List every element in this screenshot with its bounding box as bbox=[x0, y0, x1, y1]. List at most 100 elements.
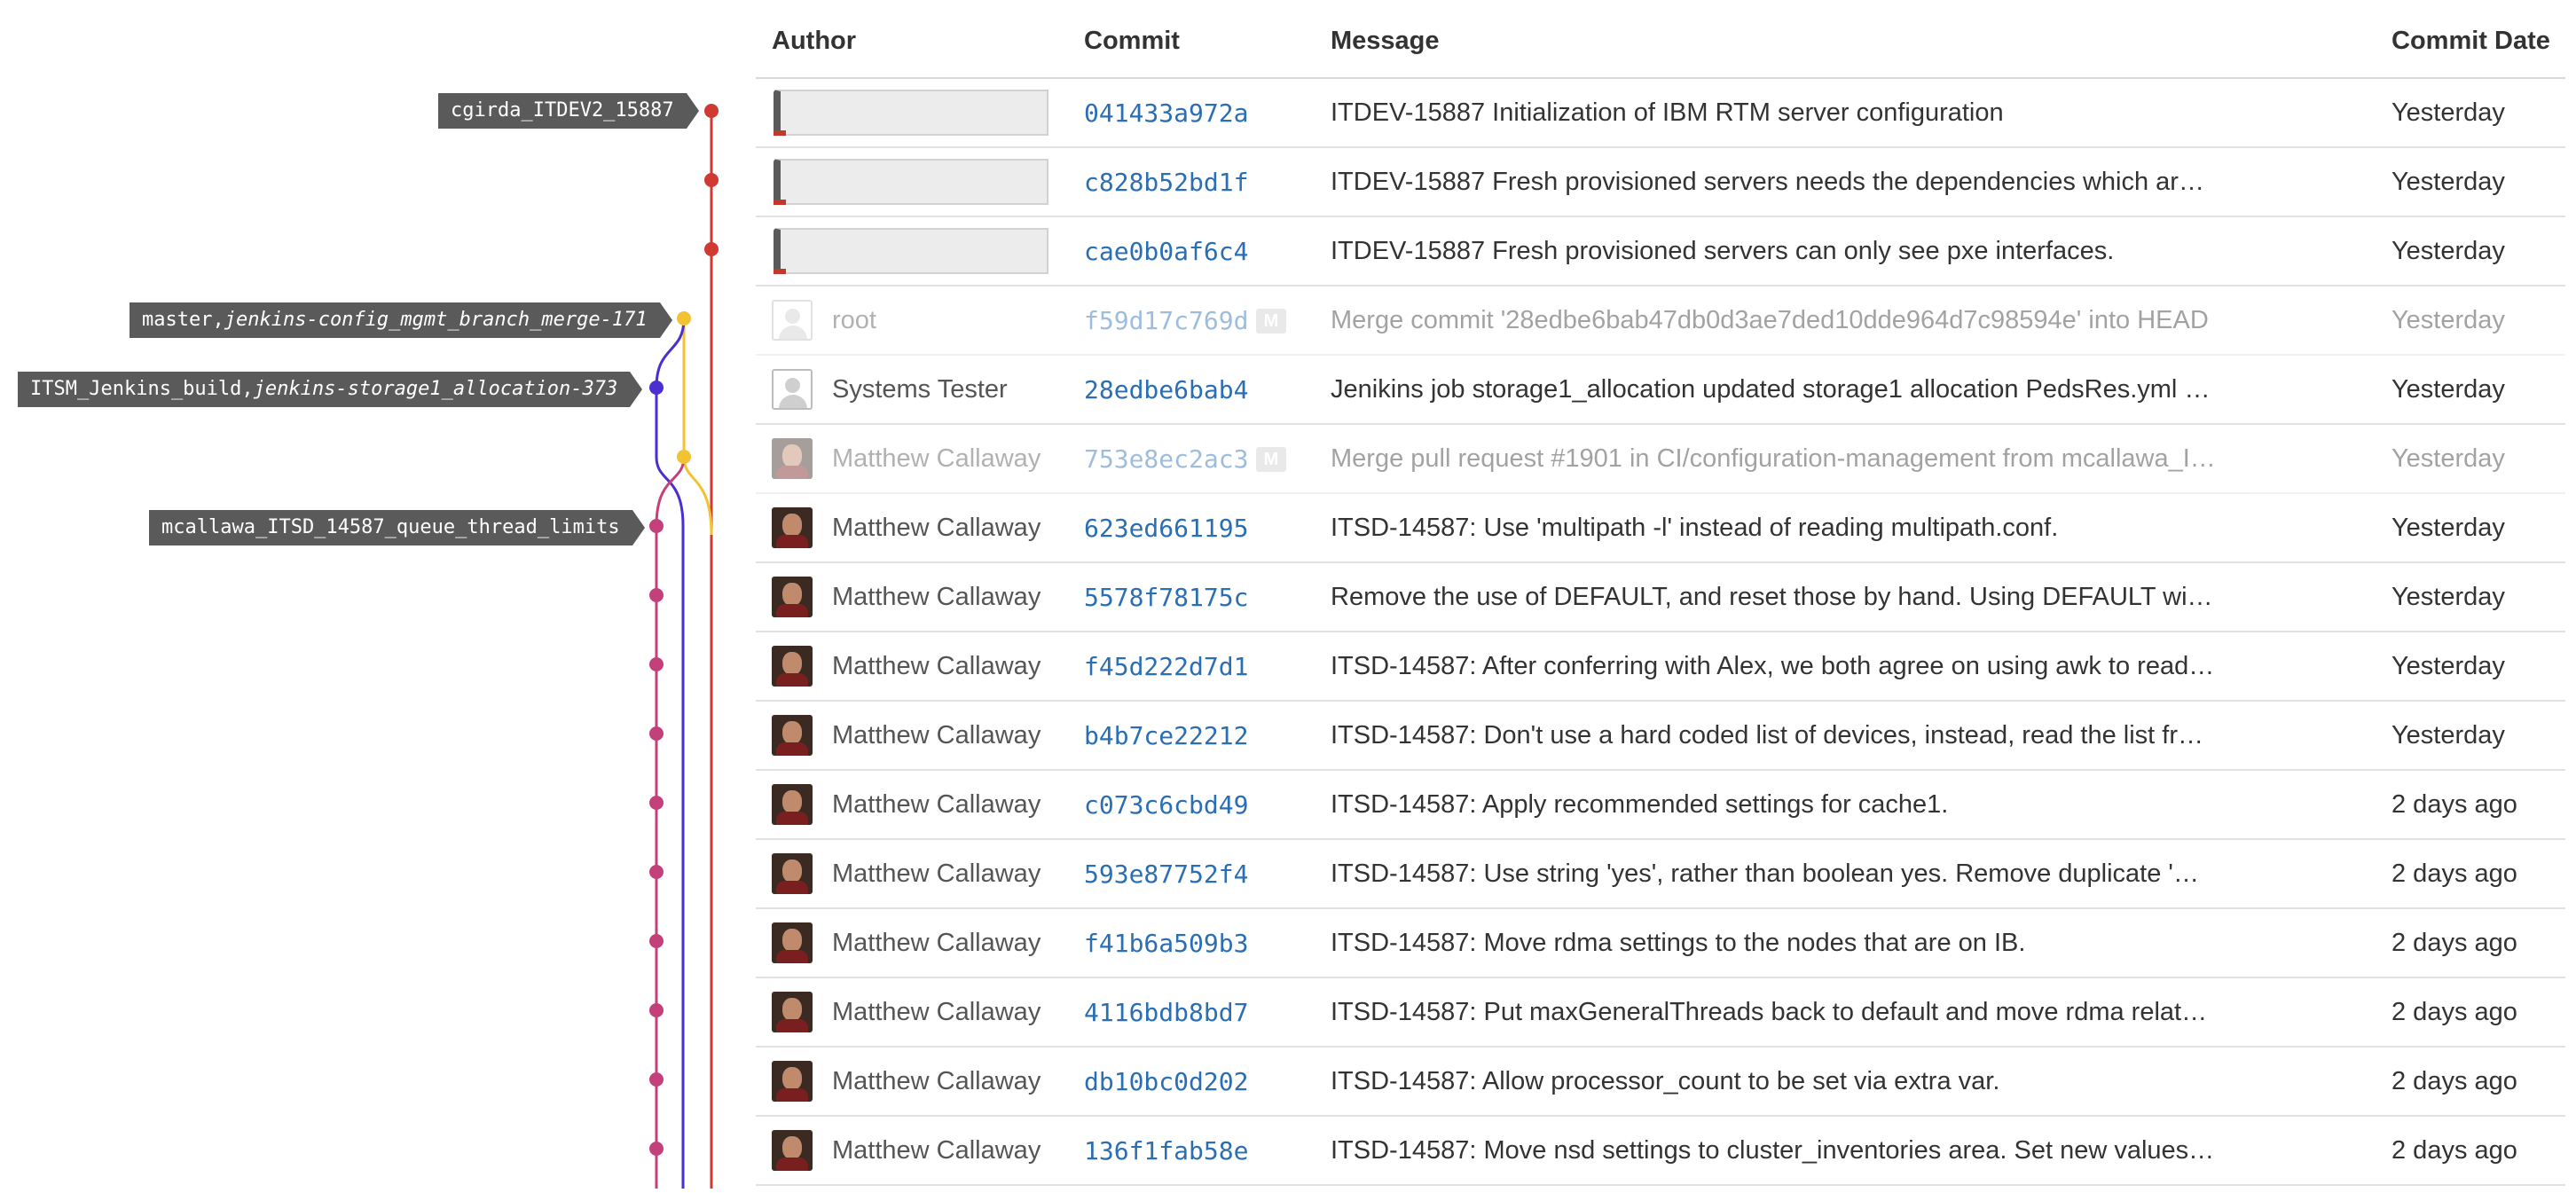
commit-hash-link[interactable]: 136f1fab58e bbox=[1084, 1136, 1248, 1166]
commit-hash-link[interactable]: f45d222d7d1 bbox=[1084, 652, 1248, 681]
table-row[interactable]: Matthew Callaway b4b7ce22212 ITSD-14587: D… bbox=[756, 702, 2565, 771]
commit-graph-lines bbox=[649, 104, 719, 1189]
commit-message: ITDEV-15887 Fresh provisioned servers ca… bbox=[1331, 237, 2115, 265]
table-row[interactable]: Matthew Callaway 593e87752f4 ITSD-14587: U… bbox=[756, 840, 2565, 909]
table-row[interactable]: c828b52bd1f ITDEV-15887 Fresh provisioned… bbox=[756, 148, 2565, 217]
commit-message: ITSD-14587: Use 'multipath -l' instead o… bbox=[1331, 514, 2059, 542]
commit-dot-pink bbox=[649, 588, 664, 602]
branch-name: ITSM_Jenkins_build bbox=[30, 378, 242, 400]
table-row[interactable]: Systems Tester 28edbe6bab4 Jenikins job st… bbox=[756, 356, 2565, 425]
commit-date: 2 days ago bbox=[2391, 1136, 2517, 1165]
commit-hash-link[interactable]: c073c6cbd49 bbox=[1084, 790, 1248, 820]
avatar bbox=[772, 646, 813, 687]
commit-hash-link[interactable]: 753e8ec2ac3 bbox=[1084, 444, 1248, 474]
author-name: Matthew Callaway bbox=[832, 514, 1041, 542]
commit-graph bbox=[0, 0, 754, 1189]
commit-date: Yesterday bbox=[2391, 583, 2505, 611]
commit-date: 2 days ago bbox=[2391, 929, 2517, 957]
commit-date: Yesterday bbox=[2391, 652, 2505, 680]
table-row[interactable]: cae0b0af6c4 ITDEV-15887 Fresh provisioned… bbox=[756, 217, 2565, 286]
commit-date: Yesterday bbox=[2391, 444, 2505, 473]
graph-line-blue bbox=[655, 388, 685, 1189]
commit-dot-pink bbox=[649, 796, 664, 810]
commit-hash-link[interactable]: 28edbe6bab4 bbox=[1084, 375, 1248, 404]
author-name: Matthew Callaway bbox=[832, 652, 1041, 680]
commit-hash-link[interactable]: 041433a972a bbox=[1084, 98, 1248, 128]
commit-dot-pink bbox=[649, 865, 664, 879]
commit-message: ITDEV-15887 Initialization of IBM RTM se… bbox=[1331, 98, 2004, 127]
author-name: Matthew Callaway bbox=[832, 790, 1041, 819]
redacted-author bbox=[774, 90, 1048, 136]
commit-column-header[interactable]: Commit bbox=[1084, 27, 1180, 56]
author-name: Matthew Callaway bbox=[832, 998, 1041, 1026]
commit-hash-link[interactable]: 623ed661195 bbox=[1084, 514, 1248, 543]
commit-message: ITSD-14587: Put maxGeneralThreads back t… bbox=[1331, 998, 2218, 1026]
commit-dot-red bbox=[704, 173, 719, 187]
message-column-header[interactable]: Message bbox=[1331, 27, 1440, 56]
avatar bbox=[772, 300, 813, 341]
commit-message: Merge pull request #1901 in CI/configura… bbox=[1331, 444, 2218, 473]
commit-dot-yellow bbox=[677, 311, 691, 326]
branch-name: cgirda_ITDEV2_15887 bbox=[451, 99, 674, 122]
commit-hash-link[interactable]: f59d17c769d bbox=[1084, 306, 1248, 335]
date-column-header[interactable]: Commit Date bbox=[2391, 27, 2550, 56]
branch-label-itsm-jenkins-build[interactable]: ITSM_Jenkins_build,jenkins-storage1_allo… bbox=[18, 372, 643, 407]
branch-label-mcallawa[interactable]: mcallawa_ITSD_14587_queue_thread_limits bbox=[149, 510, 645, 545]
table-row[interactable]: Matthew Callaway 5578f78175c Remove the us… bbox=[756, 563, 2565, 632]
table-row[interactable]: 041433a972a ITDEV-15887 Initialization of… bbox=[756, 79, 2565, 148]
commit-date: 2 days ago bbox=[2391, 790, 2517, 819]
commit-hash-link[interactable]: b4b7ce22212 bbox=[1084, 721, 1248, 750]
author-name: Matthew Callaway bbox=[832, 929, 1041, 957]
author-name: Systems Tester bbox=[832, 375, 1008, 404]
commit-hash-link[interactable]: cae0b0af6c4 bbox=[1084, 237, 1248, 266]
commit-date: 2 days ago bbox=[2391, 859, 2517, 888]
commit-rows: 041433a972a ITDEV-15887 Initialization of… bbox=[756, 79, 2565, 1186]
commit-date: 2 days ago bbox=[2391, 998, 2517, 1026]
avatar bbox=[772, 715, 813, 756]
commit-dot-yellow bbox=[677, 450, 691, 464]
commit-message: ITSD-14587: Allow processor_count to be … bbox=[1331, 1067, 2000, 1095]
commit-message: Remove the use of DEFAULT, and reset tho… bbox=[1331, 583, 2218, 611]
commit-date: Yesterday bbox=[2391, 237, 2505, 265]
commit-message: ITSD-14587: After conferring with Alex, … bbox=[1331, 652, 2218, 680]
commit-message: ITSD-14587: Move nsd settings to cluster… bbox=[1331, 1136, 2218, 1165]
commit-hash-link[interactable]: db10bc0d202 bbox=[1084, 1067, 1248, 1096]
avatar bbox=[772, 784, 813, 825]
author-name: Matthew Callaway bbox=[832, 1067, 1041, 1095]
branch-label-master[interactable]: master,jenkins-config_mgmt_branch_merge-… bbox=[130, 302, 672, 338]
branch-label-cgirda[interactable]: cgirda_ITDEV2_15887 bbox=[438, 93, 699, 129]
commit-message: ITDEV-15887 Fresh provisioned servers ne… bbox=[1331, 168, 2218, 196]
commit-date: Yesterday bbox=[2391, 306, 2505, 334]
table-header: Author Commit Message Commit Date bbox=[756, 0, 2565, 79]
author-name: Matthew Callaway bbox=[832, 444, 1041, 473]
table-row[interactable]: Matthew Callaway f45d222d7d1 ITSD-14587: A… bbox=[756, 632, 2565, 702]
commit-hash-link[interactable]: 593e87752f4 bbox=[1084, 859, 1248, 889]
table-row[interactable]: Matthew Callaway 136f1fab58e ITSD-14587: M… bbox=[756, 1117, 2565, 1186]
commit-hash-link[interactable]: 4116bdb8bd7 bbox=[1084, 998, 1248, 1027]
branch-tag: jenkins-config_mgmt_branch_merge-171 bbox=[224, 309, 648, 331]
commit-date: 2 days ago bbox=[2391, 1067, 2517, 1095]
table-row[interactable]: root f59d17c769d M Merge commit '28edbe6bab… bbox=[756, 286, 2565, 356]
branch-name: master bbox=[142, 309, 213, 331]
commit-dot-pink bbox=[649, 1072, 664, 1087]
table-row[interactable]: Matthew Callaway 623ed661195 ITSD-14587: U… bbox=[756, 494, 2565, 563]
commit-dot-pink bbox=[649, 934, 664, 948]
author-name: root bbox=[832, 306, 876, 334]
commit-date: Yesterday bbox=[2391, 514, 2505, 542]
redacted-author bbox=[774, 159, 1048, 205]
table-row[interactable]: Matthew Callaway 4116bdb8bd7 ITSD-14587: P… bbox=[756, 978, 2565, 1048]
commit-message: Merge commit '28edbe6bab47db0d3ae7ded10d… bbox=[1331, 306, 2209, 334]
author-name: Matthew Callaway bbox=[832, 721, 1041, 750]
table-row[interactable]: Matthew Callaway db10bc0d202 ITSD-14587: A… bbox=[756, 1048, 2565, 1117]
commit-date: Yesterday bbox=[2391, 168, 2505, 196]
table-row[interactable]: Matthew Callaway f41b6a509b3 ITSD-14587: M… bbox=[756, 909, 2565, 978]
commit-dot-pink bbox=[649, 519, 664, 533]
merge-badge: M bbox=[1256, 309, 1286, 334]
table-row[interactable]: Matthew Callaway 753e8ec2ac3 M Merge pull r… bbox=[756, 425, 2565, 494]
commit-hash-link[interactable]: c828b52bd1f bbox=[1084, 168, 1248, 197]
author-column-header[interactable]: Author bbox=[772, 27, 856, 56]
commit-hash-link[interactable]: 5578f78175c bbox=[1084, 583, 1248, 612]
table-row[interactable]: Matthew Callaway c073c6cbd49 ITSD-14587: A… bbox=[756, 771, 2565, 840]
commit-hash-link[interactable]: f41b6a509b3 bbox=[1084, 929, 1248, 958]
commit-message: Jenikins job storage1_allocation updated… bbox=[1331, 375, 2218, 404]
